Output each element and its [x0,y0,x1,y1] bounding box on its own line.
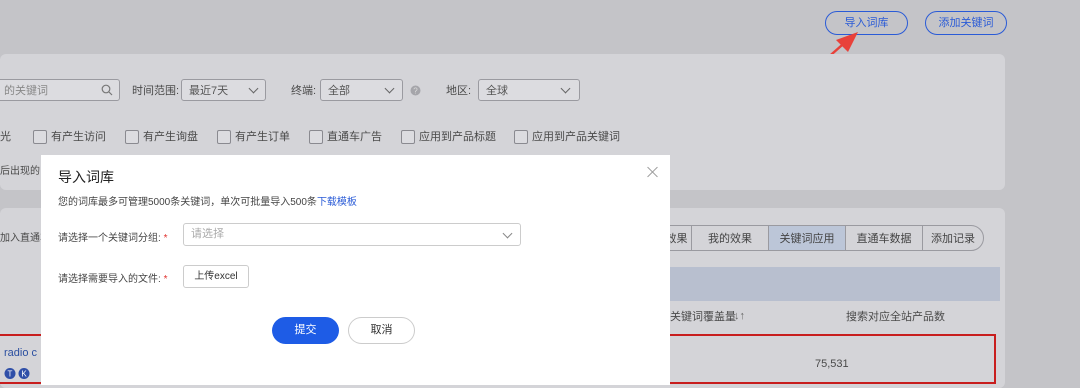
close-icon[interactable] [646,165,660,179]
upload-excel-button[interactable]: 上传excel [183,265,249,288]
note-text: 您的词库最多可管理5000条关键词，单次可批量导入500条 [58,197,317,208]
region-value: 全球 [486,85,508,97]
checkbox-product-title[interactable] [401,130,415,144]
submit-button[interactable]: 提交 [272,317,339,344]
download-template-link[interactable]: 下载模板 [317,197,357,208]
file-field-label: 请选择需要导入的文件: * [58,270,167,285]
terminal-label: 终端: [291,85,317,97]
group-field-label: 请选择一个关键词分组: * [58,229,167,244]
file-label-text: 请选择需要导入的文件: [58,274,161,285]
checkbox-product-keyword[interactable] [514,130,528,144]
required-mark: * [163,233,168,244]
table-header-bar [670,267,1000,301]
time-range-value: 最近7天 [189,85,229,97]
tab-add-records[interactable]: 添加记录 [922,225,984,251]
checkbox-label: 直通车广告 [327,131,382,143]
column-header-products[interactable]: 搜索对应全站产品数 [846,310,945,324]
sort-icon[interactable]: ↓↑ [734,309,745,323]
dialog-note: 您的词库最多可管理5000条关键词，单次可批量导入500条下载模板 [58,193,357,208]
checkbox-p4p-ads[interactable] [309,130,323,144]
tab-p4p-data[interactable]: 直通车数据 [845,225,923,251]
time-range-label: 时间范围: [132,85,180,97]
checkbox-inquiries[interactable] [125,130,139,144]
badge-icons: T K [4,368,30,379]
help-icon[interactable]: ? [410,85,421,96]
group-label-text: 请选择一个关键词分组: [58,233,161,244]
checkbox-label: 光 [0,131,11,143]
cancel-button[interactable]: 取消 [348,317,415,344]
terminal-value: 全部 [328,85,350,97]
checkbox-label: 有产生询盘 [143,131,198,143]
add-keyword-button[interactable]: 添加关键词 [925,11,1007,35]
row-product-count: 75,531 [815,358,849,370]
checkbox-label: 应用到产品关键词 [532,131,620,143]
svg-text:?: ? [413,87,418,96]
region-label: 地区: [446,85,472,97]
tab-my-effect[interactable]: 我的效果 [691,225,769,251]
row-keyword[interactable]: radio c [4,346,37,360]
checkbox-label: 有产生访问 [51,131,106,143]
keyword-group-select[interactable]: 请选择 [183,223,521,246]
checkbox-visits[interactable] [33,130,47,144]
column-header-coverage[interactable]: 关键词覆盖量 [670,310,736,324]
svg-text:T: T [8,370,13,379]
required-mark: * [163,274,168,285]
hint-text: 后出现的 [0,166,40,177]
checkbox-orders[interactable] [217,130,231,144]
svg-text:K: K [21,370,27,379]
search-icon[interactable] [101,84,113,96]
import-dictionary-dialog: 导入词库 您的词库最多可管理5000条关键词，单次可批量导入500条下载模板 请… [41,155,670,385]
dialog-title: 导入词库 [58,169,114,185]
checkbox-label: 有产生订单 [235,131,290,143]
tab-keyword-application[interactable]: 关键词应用 [768,225,846,251]
group-placeholder: 请选择 [191,228,224,240]
checkbox-label: 应用到产品标题 [419,131,496,143]
